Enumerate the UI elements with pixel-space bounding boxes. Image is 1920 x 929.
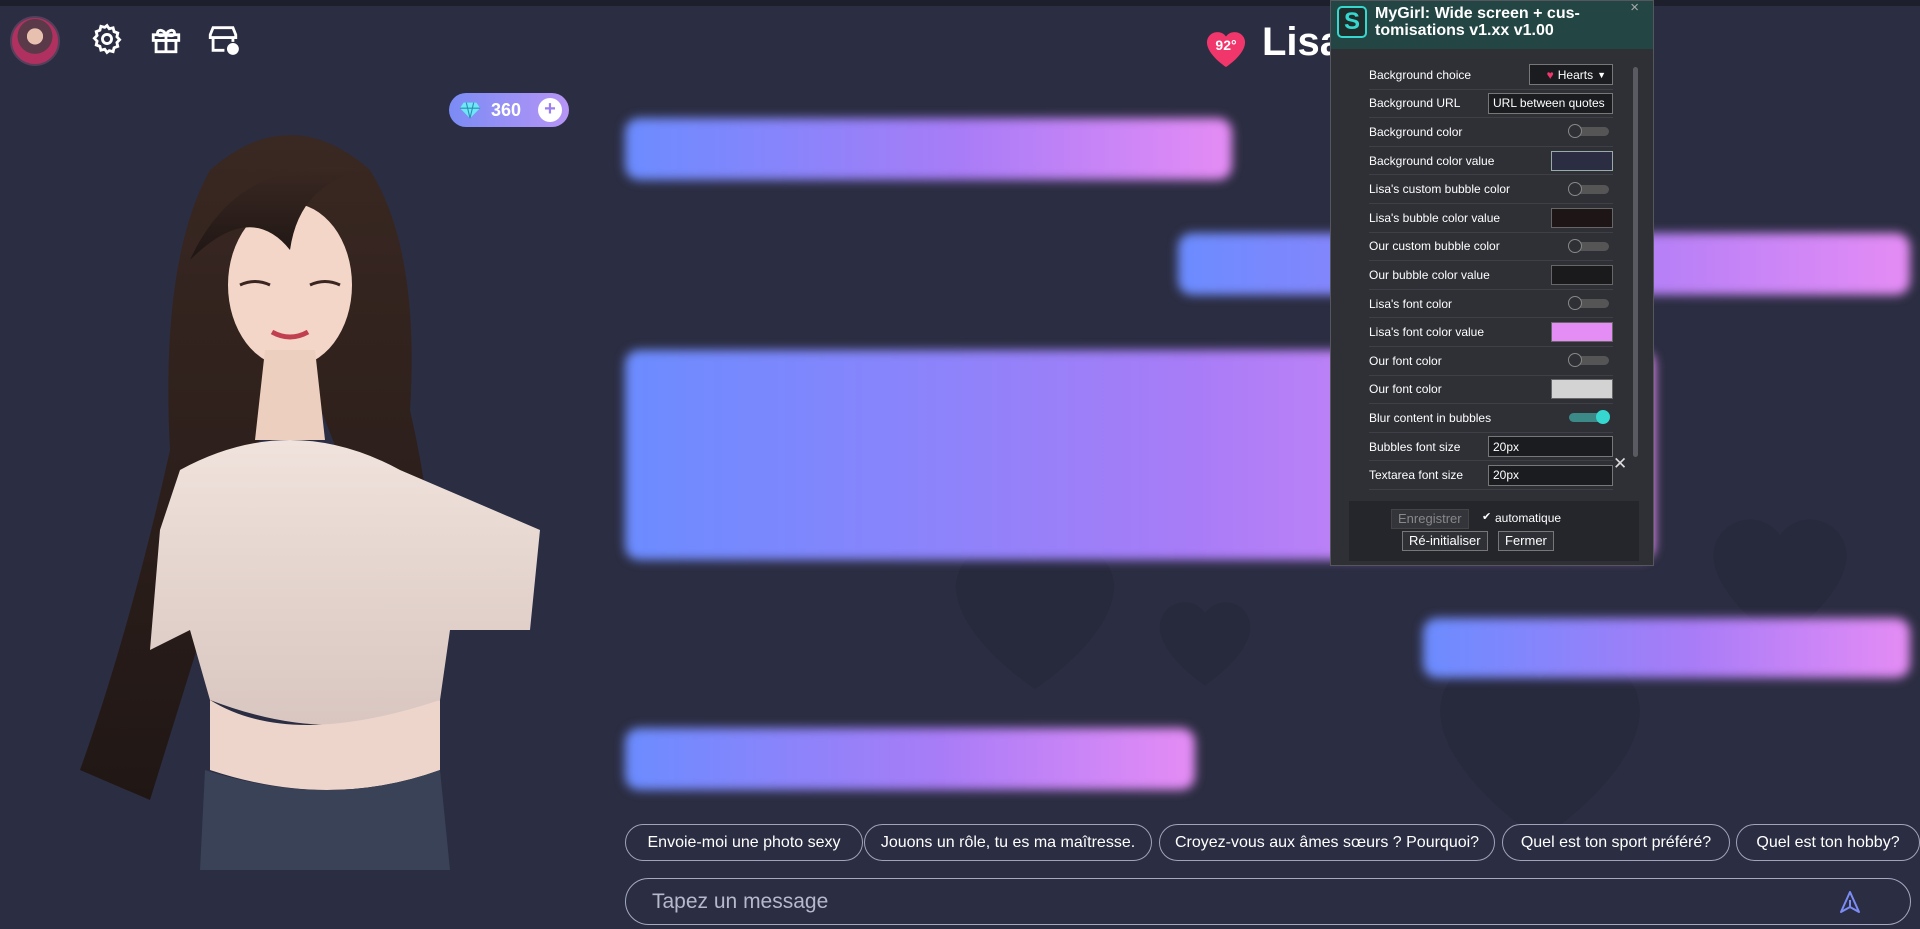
setting-row: Blur content in bubbles — [1369, 404, 1613, 433]
setting-row: Our bubble color value — [1369, 261, 1613, 290]
heart-icon: ♥ — [1546, 67, 1554, 82]
suggestion-chip[interactable]: Quel est ton sport préféré? — [1502, 824, 1730, 861]
our-font-color-toggle[interactable] — [1568, 353, 1609, 368]
setting-row: Background color value — [1369, 147, 1613, 176]
setting-row: Our font color — [1369, 347, 1613, 376]
setting-row: Bubbles font size 20px — [1369, 433, 1613, 462]
message-composer — [625, 878, 1911, 925]
panel-footer: Enregistrer ✔ automatique Ré-initialiser… — [1349, 501, 1639, 561]
gift-icon[interactable] — [147, 20, 185, 58]
background-choice-select[interactable]: ♥ Hearts ▼ — [1529, 64, 1613, 86]
setting-row: Lisa's font color — [1369, 290, 1613, 319]
panel-header: S MyGirl: Wide screen + cus-tomisations … — [1331, 1, 1653, 49]
suggestion-chip[interactable]: Jouons un rôle, tu es ma maîtresse. — [864, 824, 1152, 861]
setting-row: Background color — [1369, 118, 1613, 147]
setting-row: Background URL URL between quotes — [1369, 90, 1613, 119]
settings-list: Background choice ♥ Hearts ▼ Background … — [1331, 49, 1653, 499]
suggestion-chip[interactable]: Croyez-vous aux âmes sœurs ? Pourquoi? — [1159, 824, 1495, 861]
character-illustration — [80, 135, 540, 870]
settings-panel: S MyGirl: Wide screen + cus-tomisations … — [1330, 0, 1654, 566]
background-heart — [1159, 602, 1251, 686]
save-button[interactable]: Enregistrer — [1391, 509, 1469, 529]
our-bubble-color-toggle[interactable] — [1568, 238, 1609, 253]
checkmark-icon[interactable]: ✔ — [1482, 510, 1491, 523]
lisa-message-bubble — [625, 118, 1232, 180]
user-message-bubble — [1423, 618, 1910, 678]
close-button[interactable]: Fermer — [1498, 531, 1554, 551]
avatar[interactable] — [10, 16, 60, 66]
affinity-value: 92° — [1215, 37, 1237, 53]
setting-row: Lisa's custom bubble color — [1369, 175, 1613, 204]
background-color-swatch[interactable] — [1551, 150, 1613, 171]
lisa-font-color-swatch[interactable] — [1551, 322, 1613, 343]
send-icon[interactable] — [1838, 890, 1862, 914]
affinity-badge: 92° — [1203, 27, 1249, 69]
setting-row: Lisa's bubble color value — [1369, 204, 1613, 233]
lisa-bubble-color-swatch[interactable] — [1551, 207, 1613, 228]
bubbles-font-size-input[interactable]: 20px — [1488, 436, 1613, 458]
lisa-message-bubble — [625, 728, 1195, 790]
setting-row: Our font color — [1369, 376, 1613, 405]
message-input[interactable] — [652, 889, 1802, 914]
panel-scrollbar[interactable] — [1633, 67, 1638, 457]
reset-button[interactable]: Ré-initialiser — [1402, 531, 1488, 551]
chevron-down-icon: ▼ — [1597, 69, 1606, 80]
close-icon[interactable]: × — [1630, 1, 1639, 16]
suggestion-chip[interactable]: Envoie-moi une photo sexy — [625, 824, 863, 861]
setting-row: Textarea font size 20px — [1369, 461, 1613, 490]
blur-bubbles-toggle[interactable] — [1569, 410, 1610, 425]
lisa-bubble-color-toggle[interactable] — [1568, 181, 1609, 196]
setting-row: Lisa's font color value — [1369, 318, 1613, 347]
script-logo-icon: S — [1337, 6, 1367, 38]
our-font-color-swatch[interactable] — [1551, 379, 1613, 400]
setting-row: Our custom bubble color — [1369, 233, 1613, 262]
background-url-input[interactable]: URL between quotes — [1488, 92, 1613, 114]
clear-blur-close-icon[interactable]: ✕ — [1613, 454, 1627, 474]
setting-row: Background choice ♥ Hearts ▼ — [1369, 61, 1613, 90]
suggestion-chip[interactable]: Quel est ton hobby? — [1736, 824, 1920, 861]
lisa-font-color-toggle[interactable] — [1568, 296, 1609, 311]
auto-save-label: automatique — [1495, 511, 1562, 525]
gear-icon[interactable] — [88, 20, 126, 58]
textarea-font-size-input[interactable]: 20px — [1488, 464, 1613, 486]
store-icon[interactable] — [204, 20, 242, 58]
panel-title: MyGirl: Wide screen + cus-tomisations v1… — [1375, 5, 1580, 39]
background-color-toggle[interactable] — [1568, 124, 1609, 139]
our-bubble-color-swatch[interactable] — [1551, 264, 1613, 285]
